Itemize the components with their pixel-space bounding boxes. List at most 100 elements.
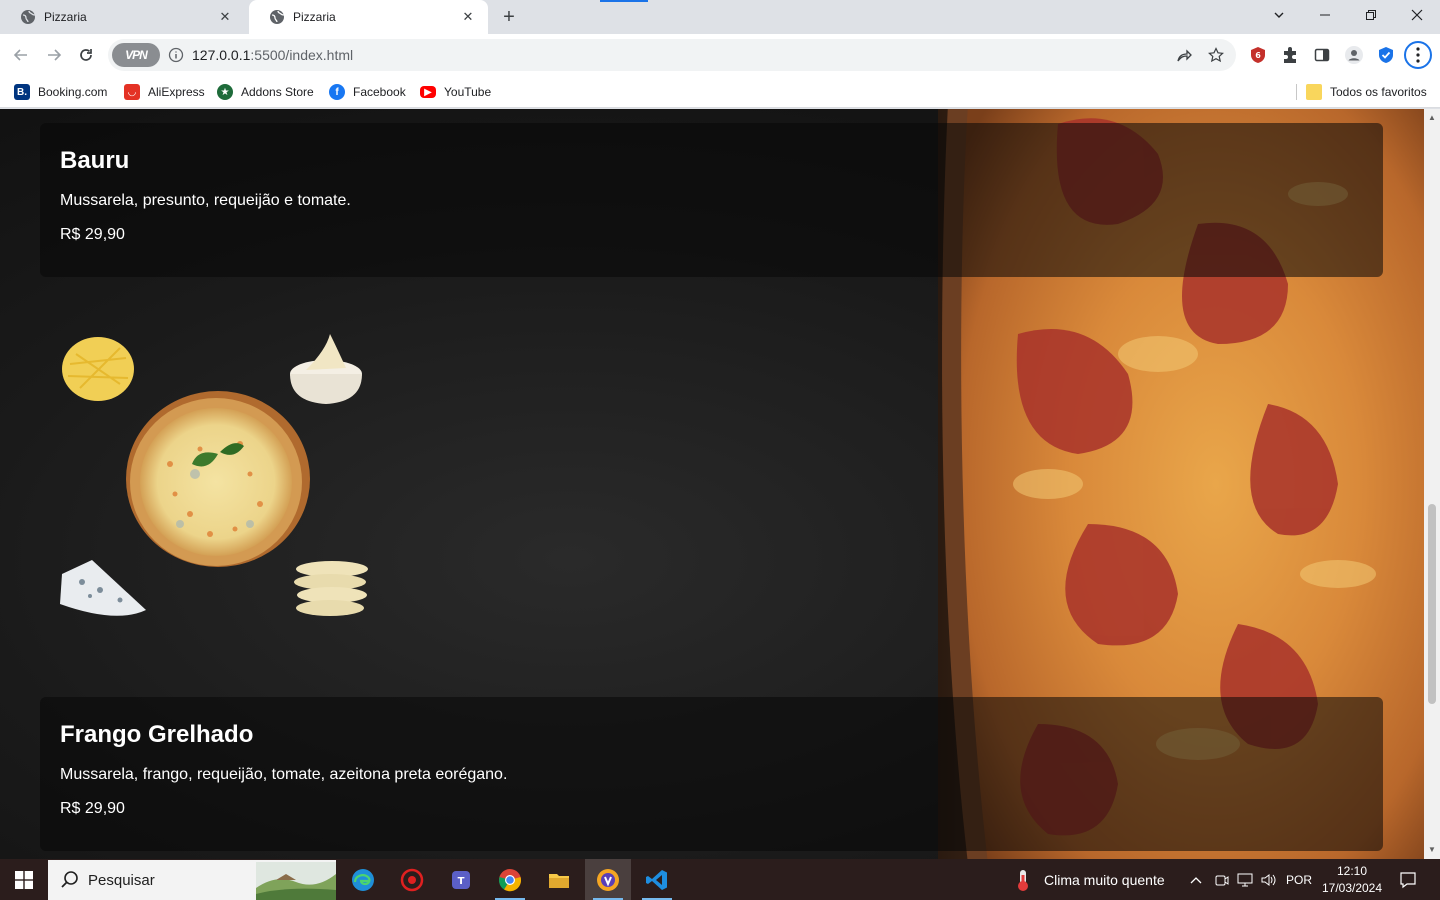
grated-cheese (62, 337, 134, 401)
all-bookmarks-label: Todos os favoritos (1330, 85, 1427, 99)
all-bookmarks-folder[interactable]: Todos os favoritos (1306, 82, 1427, 102)
bookmark-label: Addons Store (241, 85, 314, 99)
menu-item-card: Frango Grelhado Mussarela, frango, reque… (40, 697, 1383, 851)
taskbar-file-explorer[interactable] (536, 859, 582, 900)
close-window-button[interactable] (1394, 0, 1440, 30)
url-path: :5500/index.html (250, 47, 354, 63)
tab-search-icon[interactable] (1256, 0, 1302, 30)
menu-item-price: R$ 29,90 (60, 800, 125, 817)
weather-text: Clima muito quente (1044, 871, 1165, 888)
notification-icon (1400, 871, 1416, 888)
bookmark-label: AliExpress (148, 85, 205, 99)
tab-pizzaria-2[interactable]: Pizzaria ✕ (249, 0, 488, 34)
security-app-icon (400, 868, 424, 891)
scroll-down-arrow-icon[interactable]: ▼ (1427, 845, 1437, 855)
url-host: 127.0.0.1 (192, 47, 251, 63)
bookmark-aliexpress[interactable]: ◡ AliExpress (124, 82, 205, 102)
search-highlight-image (256, 862, 336, 900)
arrow-right-icon (48, 49, 62, 61)
svg-text:6: 6 (1255, 51, 1261, 60)
taskbar-chrome[interactable] (487, 859, 533, 900)
menu-item-card: Bauru Mussarela, presunto, requeijão e t… (40, 123, 1383, 277)
clock-date: 17/03/2024 (1321, 881, 1383, 895)
page-scrollbar[interactable]: ▲ ▼ (1424, 109, 1440, 859)
taskbar-vscode[interactable] (634, 859, 680, 900)
reload-button[interactable] (71, 40, 101, 70)
site-info-icon[interactable] (168, 47, 184, 63)
browser-toolbar: VPN 127.0.0.1:5500/index.html 6 (0, 34, 1440, 76)
ublock-extension-icon[interactable]: 6 (1248, 45, 1268, 65)
globe-icon (270, 10, 285, 24)
bookmark-label: Facebook (353, 85, 406, 99)
arrow-left-icon (13, 49, 27, 61)
file-explorer-icon (549, 873, 569, 888)
taskbar-vpn-browser[interactable] (585, 859, 631, 900)
facebook-icon: f (329, 84, 345, 100)
back-button[interactable] (6, 40, 36, 70)
bookmark-booking[interactable]: B. Booking.com (14, 82, 107, 102)
tab-strip: Pizzaria ✕ Pizzaria ✕ + (0, 0, 1440, 34)
sliced-cheese (294, 561, 368, 616)
side-panel-icon[interactable] (1312, 45, 1332, 65)
url-text[interactable]: 127.0.0.1:5500/index.html (192, 47, 353, 63)
tab-pizzaria-1[interactable]: Pizzaria ✕ (0, 0, 245, 34)
bookmark-youtube[interactable]: ▶ YouTube (420, 82, 491, 102)
folder-icon (1306, 84, 1322, 100)
taskbar-teams[interactable]: T (438, 859, 484, 900)
system-clock[interactable]: 12:10 17/03/2024 (1316, 863, 1388, 897)
taskbar-security-app[interactable] (389, 859, 435, 900)
thermometer-icon (1018, 869, 1028, 891)
globe-icon (21, 10, 36, 24)
chrome-icon (498, 868, 522, 891)
clock-time: 12:10 (1336, 864, 1368, 878)
teams-icon: T (452, 870, 470, 889)
taskbar-edge[interactable] (340, 859, 386, 900)
tab-indicator (600, 0, 648, 2)
bookmark-facebook[interactable]: f Facebook (329, 82, 406, 102)
bookmark-addons-store[interactable]: ★ Addons Store (217, 82, 314, 102)
taskbar-search[interactable]: Pesquisar (48, 860, 336, 900)
bookmark-star-icon[interactable] (1208, 47, 1224, 63)
language-indicator[interactable]: POR (1284, 859, 1314, 900)
tray-overflow-chevron-icon[interactable] (1186, 859, 1206, 900)
volume-icon[interactable] (1258, 859, 1280, 900)
vpn-badge[interactable]: VPN (112, 43, 160, 67)
svg-text:T: T (458, 876, 465, 887)
share-icon[interactable] (1176, 47, 1192, 63)
menu-item-name: Frango Grelhado (60, 721, 254, 748)
notification-center-button[interactable] (1396, 859, 1420, 900)
page-viewport: Bauru Mussarela, presunto, requeijão e t… (0, 109, 1424, 859)
menu-item-name: Bauru (60, 147, 130, 174)
network-icon[interactable] (1234, 859, 1256, 900)
bookmark-label: YouTube (444, 85, 492, 99)
new-tab-button[interactable]: + (498, 6, 520, 28)
booking-icon: B. (14, 84, 30, 100)
address-bar[interactable]: VPN 127.0.0.1:5500/index.html (108, 39, 1236, 71)
extensions-puzzle-icon[interactable] (1280, 45, 1300, 65)
vscode-icon (646, 869, 667, 890)
close-tab-icon[interactable]: ✕ (460, 9, 476, 25)
sauce-bowl (290, 334, 362, 404)
blue-cheese (60, 560, 146, 616)
start-button[interactable] (0, 859, 48, 900)
minimize-button[interactable] (1302, 0, 1348, 30)
menu-kebab-icon[interactable] (1404, 41, 1432, 69)
close-tab-icon[interactable]: ✕ (217, 9, 233, 25)
bookmark-label: Booking.com (38, 85, 108, 99)
pizza-ingredients-image (60, 334, 368, 616)
menu-item-description: Mussarela, presunto, requeijão e tomate. (60, 192, 351, 209)
weather-widget[interactable]: Clima muito quente (1012, 859, 1165, 900)
forward-button[interactable] (39, 40, 69, 70)
aliexpress-icon: ◡ (124, 84, 140, 100)
menu-item-price: R$ 29,90 (60, 226, 125, 243)
windows-taskbar: Pesquisar T Clima muito quente POR 12:10… (0, 859, 1440, 900)
shield-extension-icon[interactable] (1376, 45, 1396, 65)
bookmarks-divider (1296, 84, 1297, 100)
scrollbar-thumb[interactable] (1428, 504, 1436, 704)
tab-title: Pizzaria (293, 10, 336, 24)
scroll-up-arrow-icon[interactable]: ▲ (1427, 113, 1437, 123)
meet-now-icon[interactable] (1210, 859, 1232, 900)
profile-avatar-icon[interactable] (1344, 45, 1364, 65)
restore-button[interactable] (1348, 0, 1394, 30)
search-placeholder: Pesquisar (88, 872, 155, 889)
